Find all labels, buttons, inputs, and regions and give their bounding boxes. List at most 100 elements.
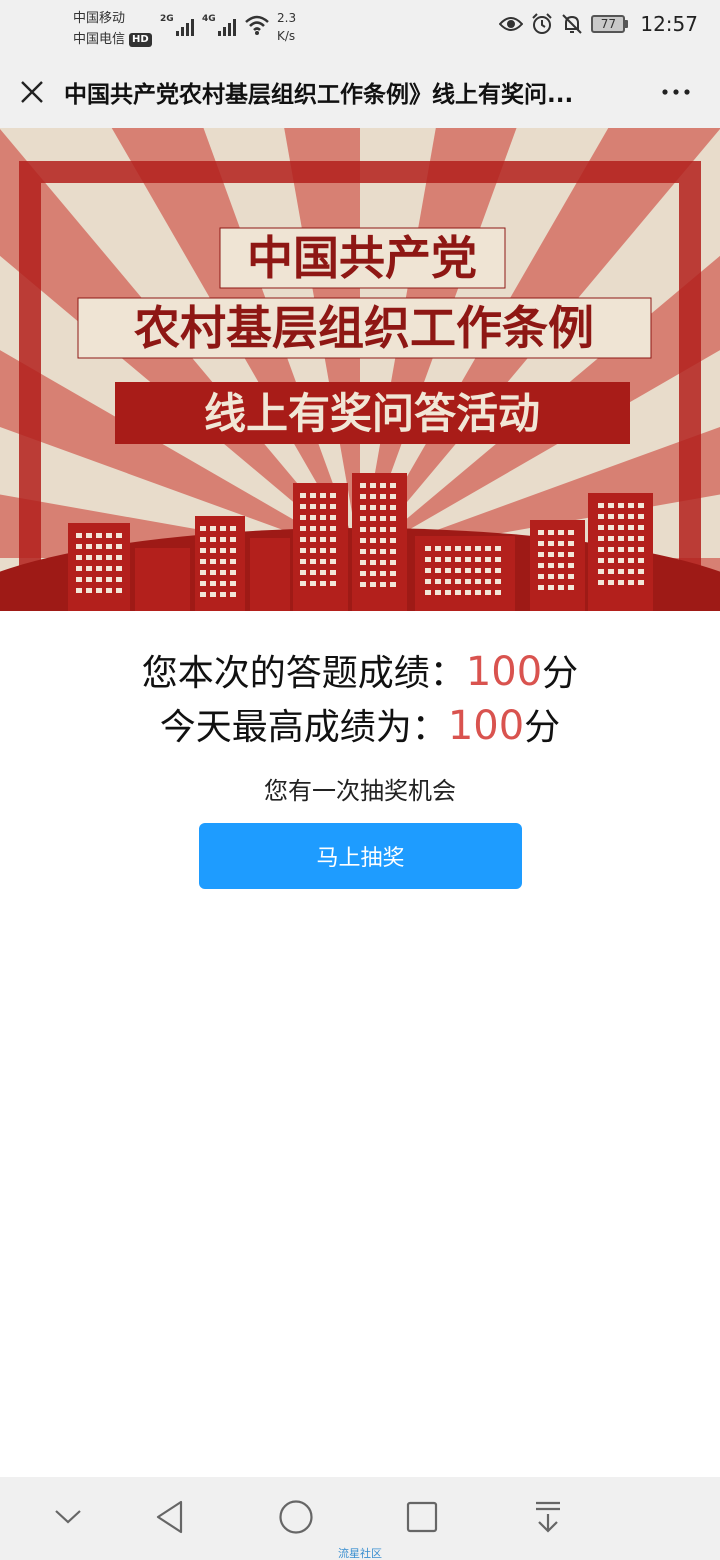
building-window xyxy=(475,557,481,562)
building-window xyxy=(300,526,306,531)
building-window xyxy=(445,568,451,573)
home-circle-icon xyxy=(279,1500,313,1534)
building-window xyxy=(380,582,386,587)
building-window xyxy=(220,537,226,542)
building-window xyxy=(200,570,206,575)
building-window xyxy=(548,541,554,546)
building-window xyxy=(106,533,112,538)
building-window xyxy=(300,581,306,586)
building-window xyxy=(390,582,396,587)
building-window xyxy=(360,571,366,576)
building-window xyxy=(106,555,112,560)
building-window xyxy=(300,515,306,520)
building-window xyxy=(638,536,644,541)
building-window xyxy=(310,493,316,498)
eye-icon xyxy=(499,17,524,31)
building-window xyxy=(628,514,634,519)
building-window xyxy=(86,566,92,571)
chevron-down-icon xyxy=(55,1510,81,1524)
recents-button[interactable] xyxy=(398,1495,446,1539)
building-window xyxy=(106,588,112,593)
building-window xyxy=(370,505,376,510)
close-button[interactable] xyxy=(0,56,64,128)
building-window xyxy=(485,590,491,595)
building-window xyxy=(638,580,644,585)
building-window xyxy=(96,566,102,571)
building-window xyxy=(568,563,574,568)
building-window xyxy=(435,590,441,595)
building-window xyxy=(76,555,82,560)
building-window xyxy=(230,559,236,564)
building-window xyxy=(568,585,574,590)
building-window xyxy=(390,527,396,532)
building-window xyxy=(558,585,564,590)
notification-pull-button[interactable] xyxy=(524,1495,572,1539)
building-window xyxy=(445,546,451,551)
signal-indicators: 2G 4G xyxy=(160,14,270,36)
banner-line-2: 农村基层组织工作条例 xyxy=(134,301,594,355)
building-window xyxy=(390,549,396,554)
building-window xyxy=(116,533,122,538)
building-window xyxy=(370,571,376,576)
building-window xyxy=(558,530,564,535)
building-window xyxy=(598,569,604,574)
hide-nav-button[interactable] xyxy=(44,1495,92,1539)
building-window xyxy=(608,569,614,574)
building-window xyxy=(320,526,326,531)
building-window xyxy=(618,580,624,585)
best-score-unit: 分 xyxy=(524,707,561,748)
building-window xyxy=(538,574,544,579)
building-window xyxy=(380,494,386,499)
building-window xyxy=(608,580,614,585)
building-window xyxy=(455,568,461,573)
building-window xyxy=(360,494,366,499)
back-button[interactable] xyxy=(146,1495,194,1539)
building-window xyxy=(558,552,564,557)
building-window xyxy=(96,577,102,582)
building-window xyxy=(300,559,306,564)
building-window xyxy=(475,568,481,573)
building-window xyxy=(210,526,216,531)
building-window xyxy=(220,570,226,575)
building-window xyxy=(230,592,236,597)
building-window xyxy=(300,537,306,542)
building-window xyxy=(538,563,544,568)
building-window xyxy=(116,566,122,571)
building-window xyxy=(390,560,396,565)
building-window xyxy=(628,569,634,574)
building-window xyxy=(370,582,376,587)
draw-lottery-button[interactable]: 马上抽奖 xyxy=(199,823,522,889)
building-window xyxy=(608,547,614,552)
building-window xyxy=(86,555,92,560)
building-window xyxy=(330,504,336,509)
back-triangle-icon xyxy=(156,1500,183,1534)
building-window xyxy=(360,538,366,543)
carrier-1: 中国移动 xyxy=(73,11,126,26)
building-window xyxy=(370,538,376,543)
building-window xyxy=(300,570,306,575)
building-window xyxy=(638,547,644,552)
building-window xyxy=(330,559,336,564)
building-window xyxy=(330,537,336,542)
home-button[interactable] xyxy=(272,1495,320,1539)
building-window xyxy=(425,568,431,573)
watermark-text: 流星社区 xyxy=(338,1547,382,1560)
building-window xyxy=(330,493,336,498)
building-window xyxy=(618,536,624,541)
building-window xyxy=(638,569,644,574)
building-window xyxy=(76,577,82,582)
building-window xyxy=(116,577,122,582)
building-window xyxy=(618,569,624,574)
lottery-chance-text: 您有一次抽奖机会 xyxy=(264,777,456,805)
building-window xyxy=(465,590,471,595)
building-window xyxy=(558,563,564,568)
building-window xyxy=(210,548,216,553)
building-window xyxy=(320,548,326,553)
building-window xyxy=(370,483,376,488)
building-window xyxy=(628,503,634,508)
building-window xyxy=(608,558,614,563)
recents-square-icon xyxy=(406,1501,438,1533)
building-window xyxy=(598,580,604,585)
more-button[interactable] xyxy=(652,74,700,110)
building-window xyxy=(495,579,501,584)
